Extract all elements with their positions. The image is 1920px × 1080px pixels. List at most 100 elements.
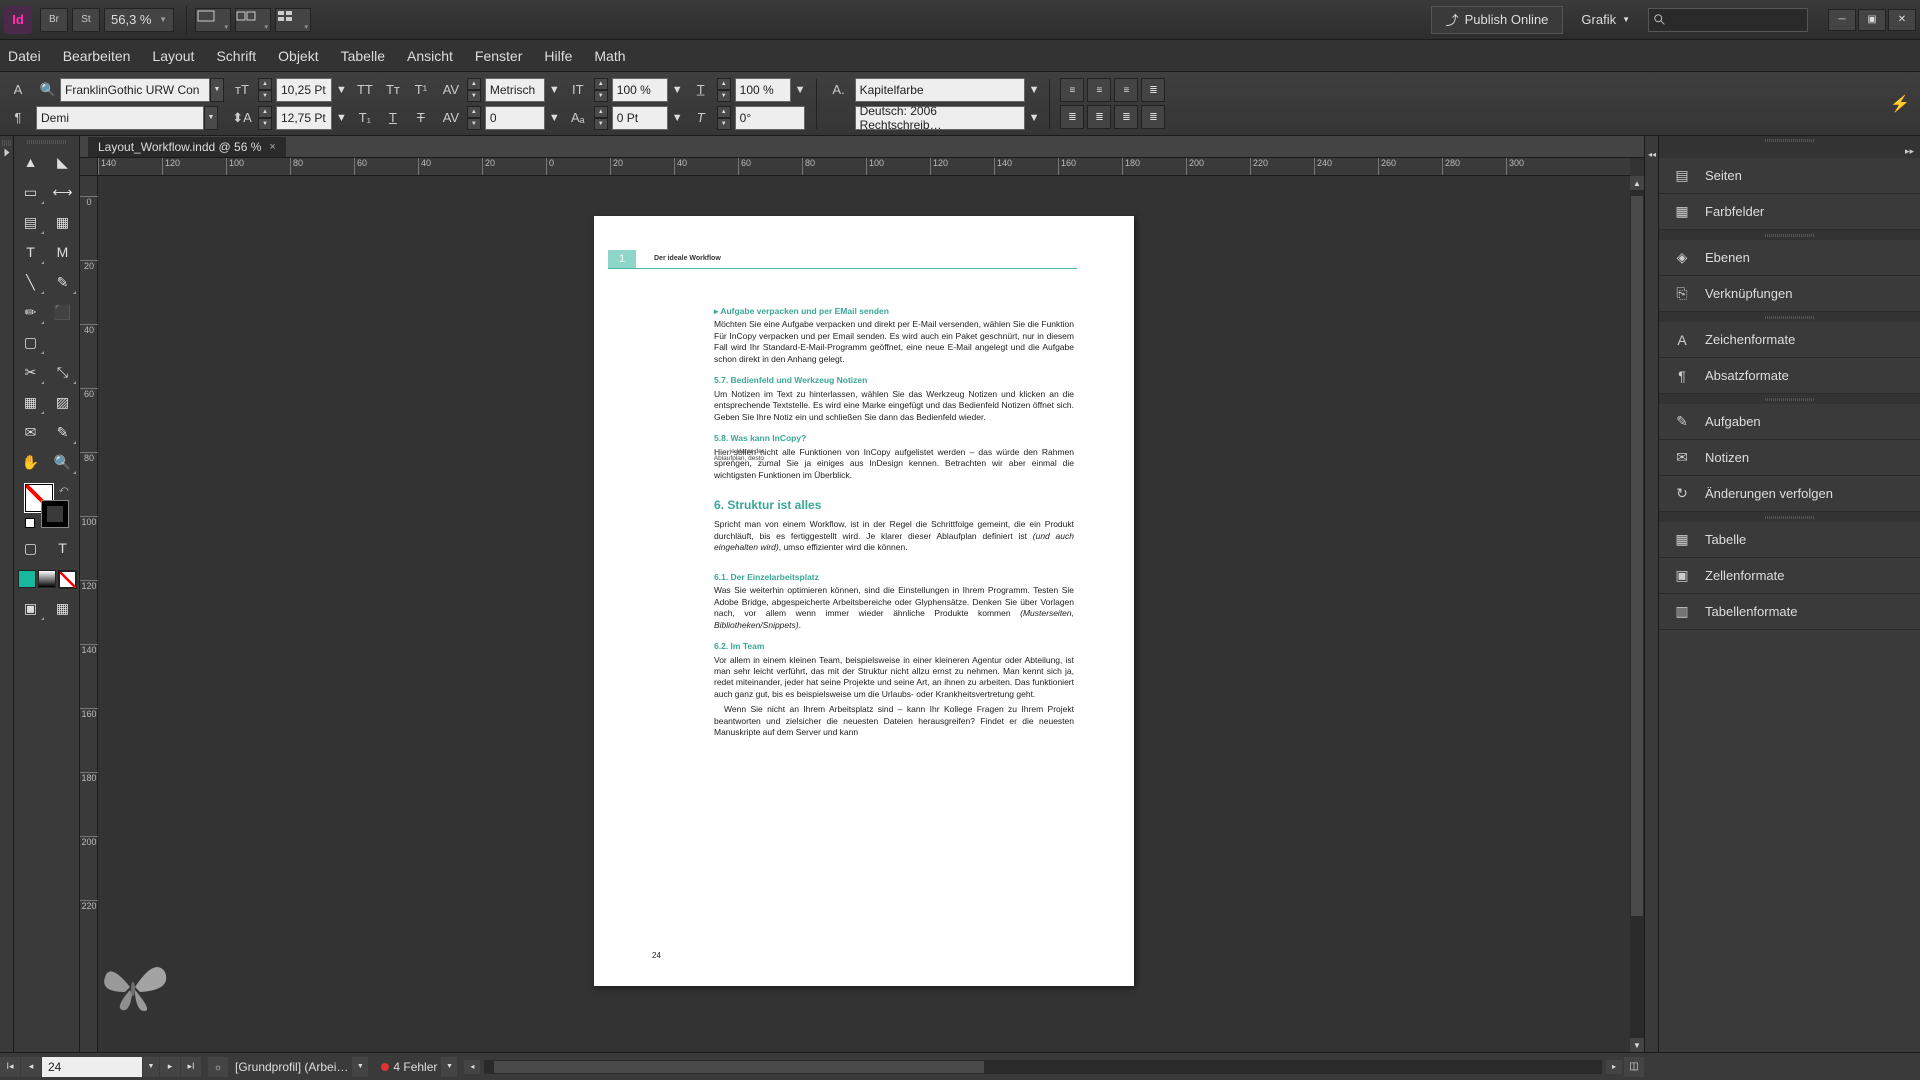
- menu-layout[interactable]: Layout: [152, 48, 194, 64]
- formatting-text-button[interactable]: T: [48, 534, 78, 562]
- panel-table[interactable]: ▦Tabelle: [1659, 522, 1920, 558]
- screen-mode-button[interactable]: [235, 8, 271, 32]
- selection-tool[interactable]: ▲: [16, 148, 46, 176]
- math-tool[interactable]: M: [48, 238, 78, 266]
- font-family-field[interactable]: FranklinGothic URW Con: [60, 78, 210, 102]
- rectangle-frame-tool[interactable]: ⬛: [48, 298, 78, 326]
- scroll-right-button[interactable]: ▸: [1606, 1060, 1622, 1074]
- menu-hilfe[interactable]: Hilfe: [544, 48, 572, 64]
- zoom-tool[interactable]: 🔍: [48, 448, 78, 476]
- allcaps-button[interactable]: TT: [353, 78, 377, 102]
- panel-notes[interactable]: ✉Notizen: [1659, 440, 1920, 476]
- tracking-stepper[interactable]: ▲▼: [467, 106, 481, 130]
- align-right-button[interactable]: ≡: [1114, 78, 1138, 102]
- menu-ansicht[interactable]: Ansicht: [407, 48, 453, 64]
- horizontal-scrollbar[interactable]: [484, 1060, 1602, 1074]
- panel-table-styles[interactable]: ▥Tabellenformate: [1659, 594, 1920, 630]
- pencil-tool[interactable]: ✏: [16, 298, 46, 326]
- view-mode-normal-button[interactable]: ▣: [16, 594, 46, 622]
- chevron-down-icon[interactable]: ▼: [143, 1057, 159, 1077]
- note-tool[interactable]: ✉: [16, 418, 46, 446]
- content-collector-tool[interactable]: ▤: [16, 208, 46, 236]
- preflight-errors[interactable]: 4 Fehler ▼: [381, 1057, 458, 1077]
- chevron-down-icon[interactable]: ▼: [1029, 112, 1040, 124]
- maximize-button[interactable]: ▣: [1858, 9, 1886, 31]
- rectangle-tool[interactable]: ▢: [16, 328, 46, 356]
- scroll-thumb[interactable]: [494, 1061, 984, 1073]
- strikethrough-button[interactable]: T: [409, 106, 433, 130]
- scroll-down-button[interactable]: ▼: [1630, 1038, 1644, 1052]
- view-mode-preview-button[interactable]: ▦: [48, 594, 78, 622]
- ruler-origin[interactable]: [80, 158, 98, 176]
- right-dock-strip[interactable]: ◂◂: [1644, 136, 1658, 1052]
- apply-color-button[interactable]: [18, 570, 36, 588]
- page-number-field[interactable]: 24: [42, 1057, 142, 1077]
- panel-cell-styles[interactable]: ▣Zellenformate: [1659, 558, 1920, 594]
- vertical-ruler[interactable]: 020406080100120140160180200220: [80, 176, 98, 1052]
- vscale-field[interactable]: 100 %: [612, 78, 668, 102]
- justify-left-button[interactable]: ≣: [1141, 78, 1165, 102]
- line-tool[interactable]: ╲: [16, 268, 46, 296]
- scroll-left-button[interactable]: ◂: [464, 1060, 480, 1074]
- apply-gradient-button[interactable]: [38, 570, 56, 588]
- direct-selection-tool[interactable]: ◣: [48, 148, 78, 176]
- panel-swatches[interactable]: ▦Farbfelder: [1659, 194, 1920, 230]
- font-size-stepper[interactable]: ▲▼: [258, 78, 272, 102]
- menu-fenster[interactable]: Fenster: [475, 48, 522, 64]
- hand-tool[interactable]: ✋: [16, 448, 46, 476]
- content-placer-tool[interactable]: ▦: [48, 208, 78, 236]
- kerning-stepper[interactable]: ▲▼: [467, 78, 481, 102]
- panel-char-styles[interactable]: AZeichenformate: [1659, 322, 1920, 358]
- chevron-down-icon[interactable]: ▼: [672, 112, 683, 124]
- subscript-button[interactable]: T₁: [353, 106, 377, 130]
- leading-field[interactable]: 12,75 Pt: [276, 106, 332, 130]
- justify-all-button[interactable]: ≣: [1114, 105, 1138, 129]
- preflight-profile[interactable]: [Grundprofil] (Arbei… ▼: [235, 1057, 369, 1077]
- tracking-field[interactable]: 0: [485, 106, 545, 130]
- align-center-button[interactable]: ≡: [1087, 78, 1111, 102]
- fill-stroke-swatch[interactable]: ⤺: [25, 484, 69, 528]
- chevron-down-icon[interactable]: ▼: [441, 1057, 457, 1077]
- justify-center-button[interactable]: ≣: [1060, 105, 1084, 129]
- swap-fill-stroke-icon[interactable]: ⤺: [59, 484, 69, 495]
- gradient-swatch-tool[interactable]: ▦: [16, 388, 46, 416]
- vertical-scrollbar[interactable]: ▲ ▼: [1630, 176, 1644, 1052]
- eyedropper-tool[interactable]: ✎: [48, 418, 78, 446]
- publish-online-button[interactable]: ⤴ Publish Online: [1431, 6, 1564, 34]
- baseline-field[interactable]: 0 Pt: [612, 106, 668, 130]
- default-fill-stroke-icon[interactable]: [25, 518, 35, 528]
- document-tab[interactable]: Layout_Workflow.indd @ 56 % ×: [88, 137, 286, 157]
- paragraph-mode-button[interactable]: ¶: [6, 106, 30, 130]
- menu-schrift[interactable]: Schrift: [216, 48, 256, 64]
- baseline-stepper[interactable]: ▲▼: [594, 106, 608, 130]
- justify-right-button[interactable]: ≣: [1087, 105, 1111, 129]
- horizontal-ruler[interactable]: 1401201008060402002040608010012014016018…: [98, 158, 1630, 176]
- menu-math[interactable]: Math: [594, 48, 625, 64]
- font-style-field[interactable]: Demi: [36, 106, 204, 130]
- zoom-level-dropdown[interactable]: 56,3 % ▼: [104, 8, 174, 32]
- gap-tool[interactable]: ⟷: [48, 178, 78, 206]
- left-dock-strip[interactable]: [0, 136, 14, 1052]
- panel-assignments[interactable]: ✎Aufgaben: [1659, 404, 1920, 440]
- minimize-button[interactable]: ─: [1828, 9, 1856, 31]
- prev-page-button[interactable]: ◂: [21, 1057, 41, 1077]
- last-page-button[interactable]: ▸I: [181, 1057, 201, 1077]
- ellipse-tool[interactable]: [48, 328, 78, 356]
- panel-pages[interactable]: ▤Seiten: [1659, 158, 1920, 194]
- smallcaps-button[interactable]: Tᴛ: [381, 78, 405, 102]
- split-layout-button[interactable]: ◫: [1624, 1057, 1644, 1077]
- underline-button[interactable]: T: [381, 106, 405, 130]
- skew-stepper[interactable]: ▲▼: [717, 106, 731, 130]
- quick-apply-icon[interactable]: ⚡: [1890, 94, 1910, 114]
- search-field[interactable]: [1648, 8, 1808, 32]
- type-tool[interactable]: T: [16, 238, 46, 266]
- char-style-field[interactable]: Kapitelfarbe: [855, 78, 1025, 102]
- open-bridge-button[interactable]: ☼: [208, 1057, 228, 1077]
- chevron-down-icon[interactable]: ▼: [672, 84, 683, 96]
- leading-stepper[interactable]: ▲▼: [258, 106, 272, 130]
- chevron-down-icon[interactable]: ▼: [795, 84, 806, 96]
- panel-track[interactable]: ↻Änderungen verfolgen: [1659, 476, 1920, 512]
- scroll-up-button[interactable]: ▲: [1630, 176, 1644, 190]
- chevron-down-icon[interactable]: ▼: [549, 112, 560, 124]
- menu-datei[interactable]: Datei: [8, 48, 41, 64]
